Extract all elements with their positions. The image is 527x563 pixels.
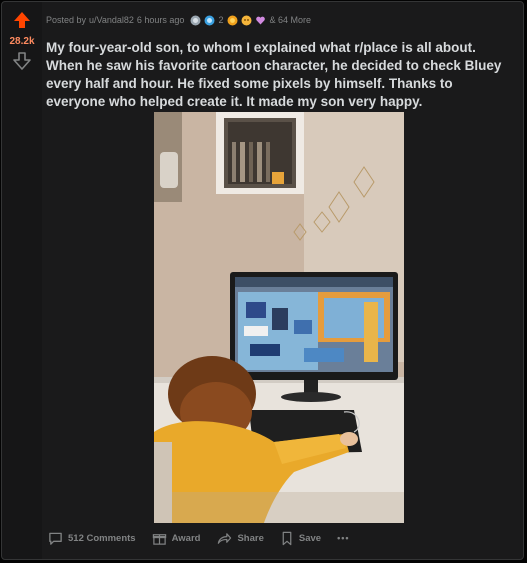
post-title[interactable]: My four-year-old son, to whom I explaine… (46, 39, 506, 111)
vote-score: 28.2k (9, 36, 35, 47)
award-label: Award (171, 532, 201, 544)
award-button[interactable]: Award (152, 531, 201, 546)
comment-bubble-icon (49, 532, 62, 545)
author-link[interactable]: u/Vandal82 (89, 15, 134, 25)
posted-by-prefix: Posted by (46, 15, 87, 25)
post-actions: 512 Comments Award Share Save ••• (48, 527, 366, 549)
gold-award-icon[interactable] (227, 15, 238, 26)
share-label: Share (237, 532, 264, 544)
post-time[interactable]: 6 hours ago (137, 15, 185, 25)
ellipsis-icon: ••• (337, 533, 350, 543)
wholesome-award-icon[interactable] (241, 15, 252, 26)
silver-award-icon[interactable] (190, 15, 201, 26)
comments-button[interactable]: 512 Comments (48, 531, 136, 546)
helpful-award-icon[interactable] (204, 15, 215, 26)
comments-label: 512 Comments (68, 532, 136, 544)
upvote-arrow-icon[interactable] (13, 11, 31, 29)
save-button[interactable]: Save (280, 531, 321, 546)
more-awards[interactable]: & 64 More (269, 15, 311, 25)
bookmark-icon (282, 531, 292, 545)
gift-icon (152, 533, 166, 545)
award-count: 2 (218, 15, 224, 25)
downvote-arrow-icon[interactable] (13, 52, 31, 70)
post-video-thumbnail[interactable] (154, 112, 404, 523)
video-frame-image (154, 112, 404, 523)
more-options-button[interactable]: ••• (337, 533, 349, 543)
post-meta: Posted by u/Vandal82 6 hours ago 2 & 64 … (46, 12, 311, 28)
save-label: Save (298, 532, 322, 544)
post-card[interactable]: 28.2k Posted by u/Vandal82 6 hours ago 2… (1, 1, 524, 560)
share-button[interactable]: Share (216, 531, 264, 546)
vote-column: 28.2k (2, 2, 42, 559)
share-arrow-icon (218, 532, 232, 544)
heart-award-icon[interactable] (255, 15, 266, 26)
